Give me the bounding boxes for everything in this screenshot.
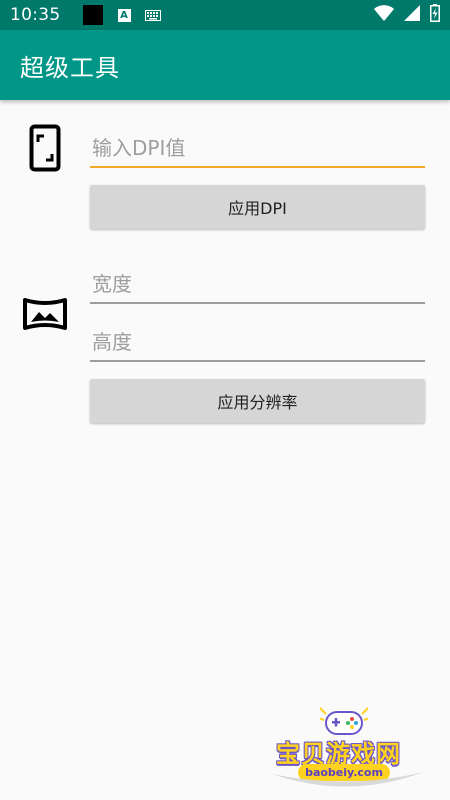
watermark-swoosh (268, 768, 428, 799)
status-right-icons (374, 4, 440, 26)
app-bar: 超级工具 (0, 30, 450, 100)
height-input[interactable] (90, 330, 425, 360)
phone-icon (29, 124, 61, 176)
apply-dpi-button[interactable]: 应用DPI (90, 185, 425, 229)
status-time: 10:35 (10, 5, 61, 25)
app-title: 超级工具 (20, 53, 120, 82)
black-square-icon (82, 5, 103, 25)
signal-icon (404, 5, 420, 25)
height-field[interactable] (90, 326, 425, 362)
keyboard-icon (144, 6, 161, 25)
width-input[interactable] (90, 272, 425, 302)
wifi-icon (374, 5, 394, 25)
text-a-icon: A (117, 8, 131, 22)
width-field[interactable] (90, 268, 425, 304)
battery-charging-icon (430, 4, 440, 26)
watermark: 宝贝游戏网 baobeiy.com (268, 700, 428, 795)
dpi-input[interactable] (90, 136, 425, 166)
panorama-icon (23, 297, 67, 335)
status-bar: 10:35 A (0, 0, 450, 30)
apply-resolution-button[interactable]: 应用分辨率 (90, 379, 425, 423)
dpi-field[interactable] (90, 130, 425, 168)
